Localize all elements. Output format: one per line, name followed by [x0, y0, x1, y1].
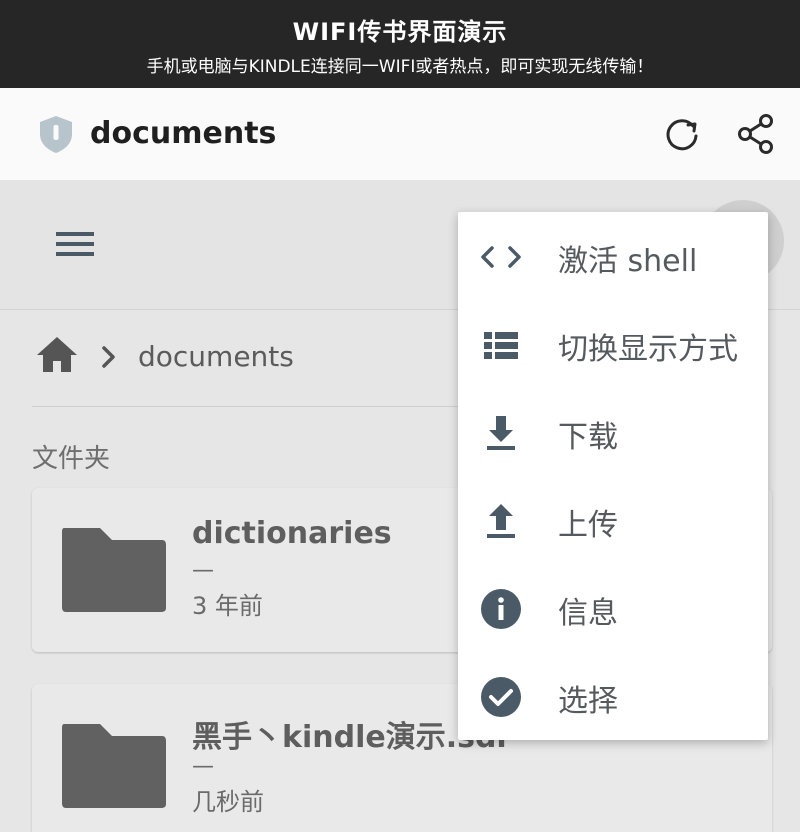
banner-subtitle: 手机或电脑与KINDLE连接同一WIFI或者热点，即可实现无线传输！ — [146, 57, 654, 77]
folder-icon — [62, 724, 166, 808]
upload-icon — [487, 504, 515, 538]
download-icon — [487, 416, 515, 450]
menu-item-label: 切换显示方式 — [558, 332, 738, 367]
folders-section-label: 文件夹 — [32, 444, 111, 474]
refresh-icon[interactable] — [660, 112, 704, 156]
menu-item-label: 下载 — [558, 420, 618, 455]
home-icon[interactable] — [34, 334, 80, 374]
hamburger-menu-icon[interactable] — [52, 224, 100, 264]
code-icon — [481, 246, 521, 268]
folder-size: — — [192, 754, 214, 779]
list-view-icon — [484, 332, 518, 359]
folder-time: 3 年前 — [192, 592, 263, 620]
menu-item-label: 激活 shell — [558, 244, 698, 279]
menu-item-label: 上传 — [558, 508, 618, 543]
folder-name: dictionaries — [192, 516, 392, 551]
menu-item-info[interactable]: 信息 — [458, 564, 768, 652]
menu-item-download[interactable]: 下载 — [458, 388, 768, 476]
menu-item-toggle-view[interactable]: 切换显示方式 — [458, 300, 768, 388]
check-circle-icon — [481, 677, 521, 717]
menu-item-label: 选择 — [558, 684, 618, 719]
menu-item-upload[interactable]: 上传 — [458, 476, 768, 564]
folder-size: — — [192, 558, 214, 583]
menu-item-select[interactable]: 选择 — [458, 652, 768, 740]
promo-banner: WIFI传书界面演示 手机或电脑与KINDLE连接同一WIFI或者热点，即可实现… — [0, 0, 800, 88]
chevron-right-icon — [102, 346, 115, 368]
menu-item-label: 信息 — [558, 596, 618, 631]
share-icon[interactable] — [734, 112, 778, 156]
app-title: documents — [90, 116, 277, 151]
app-bar: documents — [0, 88, 800, 180]
banner-title: WIFI传书界面演示 — [292, 18, 508, 46]
breadcrumb-current[interactable]: documents — [138, 340, 294, 373]
folder-time: 几秒前 — [192, 788, 264, 816]
folder-icon — [62, 528, 166, 612]
overflow-menu: 激活 shell 切换显示方式 下载 上传 信息 选择 — [458, 212, 768, 740]
shield-icon — [40, 116, 72, 153]
menu-item-activate-shell[interactable]: 激活 shell — [458, 212, 768, 300]
info-icon — [481, 589, 521, 629]
